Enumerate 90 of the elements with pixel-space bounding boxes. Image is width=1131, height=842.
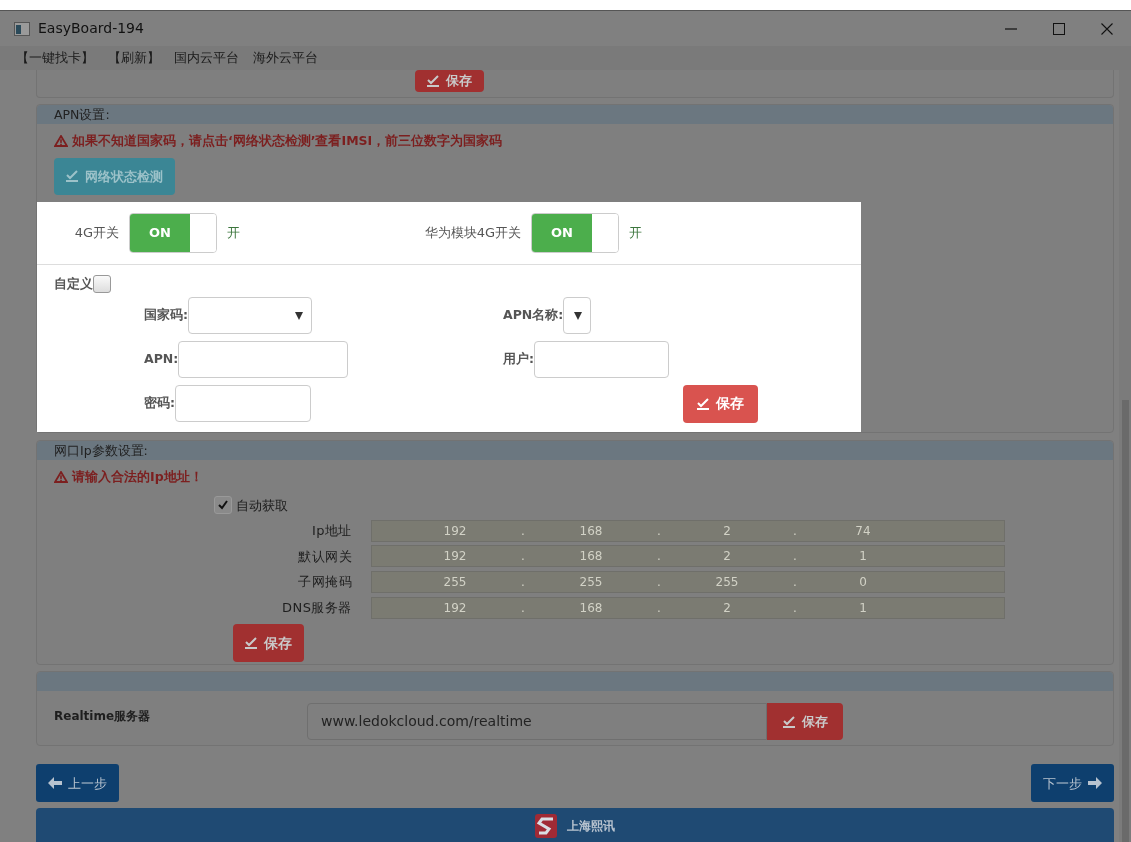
octet-value: 192 xyxy=(442,599,468,617)
window-title: EasyBoard-194 xyxy=(38,19,144,38)
octet-value: 1 xyxy=(858,599,868,617)
save-button[interactable]: 保存 xyxy=(415,70,484,92)
warning-icon xyxy=(54,471,68,484)
save-icon xyxy=(782,715,796,728)
input-field[interactable]: www.ledokcloud.com/realtime xyxy=(307,703,767,741)
field-label: DNS服务器 xyxy=(281,598,353,617)
ip-address-field[interactable]: 192 . 168 . 2 . 1 xyxy=(371,596,1005,619)
network-check-button[interactable]: 网络状态检测 xyxy=(54,157,175,195)
left-arrow-icon xyxy=(48,777,62,790)
separator-dot: . xyxy=(792,599,798,617)
octet-value: 2 xyxy=(722,599,732,617)
separator-dot: . xyxy=(656,599,662,617)
checkbox[interactable] xyxy=(93,275,111,294)
separator-dot: . xyxy=(656,548,662,566)
checkbox-label: 自定义 xyxy=(54,274,93,293)
save-button[interactable]: 保存 xyxy=(233,624,304,663)
footer-text: 上海熙讯 xyxy=(567,818,615,836)
field-label: Realtime服务器 xyxy=(54,708,152,726)
octet-value: 74 xyxy=(854,522,872,540)
field-label: APN: xyxy=(144,350,179,369)
warning-icon xyxy=(54,135,68,148)
caret-icon xyxy=(574,311,583,320)
ip-address-field[interactable]: 192 . 168 . 2 . 74 xyxy=(371,519,1005,542)
input-field[interactable] xyxy=(534,341,669,378)
ip-address-field[interactable]: 255 . 255 . 255 . 0 xyxy=(371,571,1005,593)
field-label: 密码: xyxy=(144,394,175,413)
field-label: 默认网关 xyxy=(297,547,353,566)
field-label: Ip地址 xyxy=(310,522,353,541)
octet-value: 168 xyxy=(578,599,604,617)
field-label: APN名称: xyxy=(503,306,564,325)
separator-dot: . xyxy=(792,574,798,591)
octet-value: 255 xyxy=(578,574,604,591)
toggle-switch[interactable]: ON xyxy=(531,212,619,253)
check-icon xyxy=(217,499,229,512)
switch-label: 华为模块4G开关 xyxy=(423,224,521,242)
app-icon xyxy=(14,21,30,36)
menu-item[interactable]: 海外云平台 xyxy=(253,48,318,68)
maximize-icon xyxy=(1053,22,1065,35)
save-button[interactable]: 保存 xyxy=(683,384,758,423)
separator-dot: . xyxy=(656,574,662,591)
logo-icon xyxy=(535,814,557,839)
octet-value: 192 xyxy=(442,548,468,566)
panel-header: 网口Ip参数设置: xyxy=(37,440,1113,460)
switch-label: 4G开关 xyxy=(73,224,119,242)
octet-value: 168 xyxy=(578,548,604,566)
separator-dot: . xyxy=(656,522,662,540)
checkbox-label: 自动获取 xyxy=(236,496,288,515)
close-icon xyxy=(1101,22,1113,35)
switch-state: 开 xyxy=(227,224,240,242)
menu-item[interactable]: 国内云平台 xyxy=(174,48,239,68)
separator-dot: . xyxy=(520,522,526,540)
previous-button[interactable]: 上一步 xyxy=(36,764,119,803)
panel-header: APN设置: xyxy=(37,105,1113,124)
switch-state: 开 xyxy=(629,224,642,242)
field-label: 用户: xyxy=(503,350,534,369)
octet-value: 2 xyxy=(722,548,732,566)
checkbox[interactable] xyxy=(214,496,232,515)
toggle-switch[interactable]: ON xyxy=(129,212,217,253)
save-icon xyxy=(697,397,710,410)
save-button[interactable]: 保存 xyxy=(767,703,843,741)
field-label: 子网掩码 xyxy=(297,573,353,592)
save-icon xyxy=(66,170,79,183)
right-arrow-icon xyxy=(1088,777,1102,790)
octet-value: 2 xyxy=(722,522,732,540)
separator-dot: . xyxy=(792,548,798,566)
ip-address-field[interactable]: 192 . 168 . 2 . 1 xyxy=(371,545,1005,568)
octet-value: 168 xyxy=(578,522,604,540)
save-icon xyxy=(245,637,258,650)
separator-dot: . xyxy=(792,522,798,540)
menu-item[interactable]: 【刷新】 xyxy=(108,48,160,68)
octet-value: 255 xyxy=(442,574,468,591)
input-field[interactable] xyxy=(175,385,311,422)
separator-dot: . xyxy=(520,574,526,591)
dropdown[interactable] xyxy=(563,297,592,334)
separator-dot: . xyxy=(520,599,526,617)
separator-dot: . xyxy=(520,548,526,566)
save-icon xyxy=(427,75,440,87)
next-button[interactable]: 下一步 xyxy=(1031,764,1114,803)
caret-icon xyxy=(295,311,303,320)
octet-value: 192 xyxy=(442,522,468,540)
warning-message: 请输入合法的Ip地址！ xyxy=(54,467,1113,487)
input-field[interactable] xyxy=(178,341,349,378)
field-label: 国家码: xyxy=(144,306,188,325)
minimize-icon xyxy=(1005,27,1017,30)
warning-message: 如果不知道国家码，请点击‘网络状态检测’查看IMSI，前三位数字为国家码 xyxy=(54,132,1113,151)
octet-value: 0 xyxy=(858,574,868,591)
octet-value: 255 xyxy=(714,574,740,591)
octet-value: 1 xyxy=(858,548,868,566)
